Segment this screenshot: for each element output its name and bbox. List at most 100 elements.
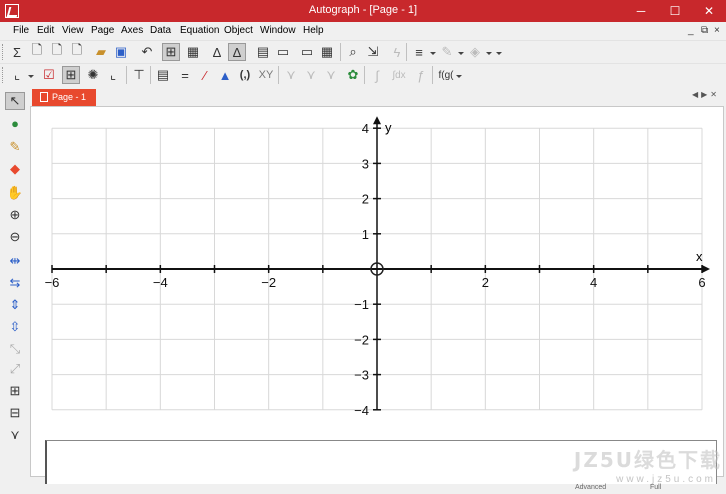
menu-window[interactable]: Window xyxy=(260,25,296,36)
fill-icon[interactable]: ◈ xyxy=(466,43,484,61)
lightning-icon[interactable]: ϟ xyxy=(388,43,406,61)
mdi-restore-button[interactable]: ⧉ xyxy=(701,25,708,36)
zoom-box-out-icon[interactable]: ⊟ xyxy=(5,404,25,422)
toolbar-grip[interactable] xyxy=(2,67,4,83)
maximize-button[interactable]: ☐ xyxy=(658,0,692,22)
y-axis-arrow xyxy=(373,116,381,125)
new-2d-page-icon[interactable]: 🗋 xyxy=(48,42,66,61)
line-style-dropdown[interactable] xyxy=(430,52,436,55)
y-squash-icon[interactable]: ⇳ xyxy=(5,318,25,336)
slow-plot-icon[interactable]: ∆ xyxy=(208,43,226,61)
polar-grid-icon[interactable]: ✺ xyxy=(84,66,102,84)
status-bar: Advanced Full xyxy=(0,484,726,494)
tab-strip: Page - 1 ◀▶✕ xyxy=(30,88,726,106)
reflect-icon[interactable]: ⋎ xyxy=(302,66,320,84)
minimize-button[interactable]: ─ xyxy=(624,0,658,22)
select-arrow-icon[interactable]: ↖ xyxy=(5,92,25,110)
diagonal-stretch-icon[interactable]: ⤡ xyxy=(5,340,25,358)
page-icon xyxy=(40,92,48,102)
graph-page[interactable]: −6 −4 −2 2 4 6 4 3 2 1 −1 −2 −3 −4 x y xyxy=(30,106,724,486)
menu-edit[interactable]: Edit xyxy=(37,25,54,36)
diagonal-squash-icon[interactable]: ⤢ xyxy=(5,360,25,378)
line-style-icon[interactable]: ≡ xyxy=(410,43,428,61)
slider-icon[interactable]: ⋎ xyxy=(5,426,25,444)
enlarge-icon[interactable]: ⋎ xyxy=(322,66,340,84)
undo-icon[interactable]: ↶ xyxy=(138,43,156,61)
zoom-fit-icon[interactable]: ⇲ xyxy=(364,43,382,61)
y-stretch-icon[interactable]: ⇕ xyxy=(5,296,25,314)
toolbar-separator xyxy=(150,66,151,84)
x-tick-label: 6 xyxy=(698,275,705,290)
coordinates-icon[interactable]: (,) xyxy=(236,66,254,84)
zoom-box-in-icon[interactable]: ⊞ xyxy=(5,382,25,400)
toolbar-grip[interactable] xyxy=(2,44,4,60)
add-equation-icon[interactable]: = xyxy=(176,66,194,84)
table-icon[interactable]: ▤ xyxy=(254,43,272,61)
mdi-close-button[interactable]: × xyxy=(714,25,720,36)
add-line-icon[interactable]: ∕ xyxy=(196,66,214,84)
add-point-tool-icon[interactable]: ● xyxy=(5,114,25,132)
calculator-icon[interactable]: ▦ xyxy=(318,43,336,61)
fill-dropdown[interactable] xyxy=(486,52,492,55)
table-of-values-icon[interactable]: ⌕ xyxy=(344,43,362,61)
main-toolbar: Σ 🗋 🗋 🗋 ▰ ▣ ↶ ⊞ ▦ ∆ ∆ ▤ ▭ ▭ ▦ ⌕ ⇲ ϟ ≡ ✎ … xyxy=(0,40,726,62)
x-squash-icon[interactable]: ⇆ xyxy=(5,274,25,292)
text-icon[interactable]: ⊤ xyxy=(130,66,148,84)
hand-tool-icon[interactable]: ✋ xyxy=(5,184,25,202)
menu-object[interactable]: Object xyxy=(224,25,253,36)
menu-help[interactable]: Help xyxy=(303,25,324,36)
fast-plot-icon[interactable]: ∆ xyxy=(228,43,246,61)
axes-icon[interactable]: ⌞ xyxy=(104,66,122,84)
point-select-icon[interactable]: ⌞ xyxy=(8,66,26,84)
function-icon[interactable]: f(g( xyxy=(436,66,456,84)
add-point-icon[interactable]: ▤ xyxy=(154,66,172,84)
transform-icon[interactable]: ⋎ xyxy=(282,66,300,84)
y-axis-label: y xyxy=(385,120,392,135)
x-tick-label: −4 xyxy=(153,275,168,290)
point-select-dropdown[interactable] xyxy=(28,75,34,78)
close-button[interactable]: ✕ xyxy=(692,0,726,22)
graph-canvas[interactable]: −6 −4 −2 2 4 6 4 3 2 1 −1 −2 −3 −4 x y xyxy=(31,107,723,437)
toolbar-overflow-dropdown[interactable] xyxy=(496,52,502,55)
xy-icon[interactable]: XY xyxy=(257,66,275,84)
y-tick-label: −1 xyxy=(354,297,369,312)
tab-page-1[interactable]: Page - 1 xyxy=(32,89,96,106)
tangent-icon[interactable]: ∫ xyxy=(368,66,386,84)
menu-view[interactable]: View xyxy=(62,25,84,36)
derivative-icon[interactable]: ƒ xyxy=(412,66,430,84)
checkbox-icon[interactable]: ☑ xyxy=(40,66,58,84)
app-window: Autograph - [Page - 1] ─ ☐ ✕ File Edit V… xyxy=(0,0,726,494)
x-axis-arrow xyxy=(702,265,710,273)
tab-navigation[interactable]: ◀▶✕ xyxy=(692,90,720,99)
statistics-page-icon[interactable]: ▦ xyxy=(184,43,202,61)
function-dropdown[interactable] xyxy=(456,75,462,78)
zoom-out-icon[interactable]: ⊖ xyxy=(5,228,25,246)
pen-dropdown[interactable] xyxy=(458,52,464,55)
integral-icon[interactable]: ∫dx xyxy=(388,66,410,84)
mdi-minimize-button[interactable]: _ xyxy=(688,25,694,36)
add-vector-icon[interactable]: ▲ xyxy=(216,66,234,84)
new-3d-page-icon[interactable]: 🗋 xyxy=(68,42,86,61)
watermark-url: www.jz5u.com xyxy=(616,474,716,485)
zoom-in-icon[interactable]: ⊕ xyxy=(5,206,25,224)
menu-file[interactable]: File xyxy=(13,25,29,36)
save-icon[interactable]: ▣ xyxy=(112,43,130,61)
pen-tool-icon[interactable]: ✎ xyxy=(5,138,25,156)
sigma-icon[interactable]: Σ xyxy=(8,43,26,61)
menu-page[interactable]: Page xyxy=(91,25,114,36)
open-folder-icon[interactable]: ▰ xyxy=(92,43,110,61)
title-bar: Autograph - [Page - 1] ─ ☐ ✕ xyxy=(0,0,726,22)
new-page-icon[interactable]: 🗋 xyxy=(28,42,46,61)
eraser-tool-icon[interactable]: ◆ xyxy=(5,160,25,178)
pen-icon[interactable]: ✎ xyxy=(438,43,456,61)
text-box-icon[interactable]: ▭ xyxy=(274,43,292,61)
text-editor-icon[interactable]: ▭ xyxy=(298,43,316,61)
grid-icon[interactable]: ⊞ xyxy=(62,66,80,84)
menu-axes[interactable]: Axes xyxy=(121,25,143,36)
y-tick-label: 2 xyxy=(362,192,369,207)
graph-page-icon[interactable]: ⊞ xyxy=(162,43,180,61)
menu-data[interactable]: Data xyxy=(150,25,171,36)
turtle-icon[interactable]: ✿ xyxy=(344,66,362,84)
x-stretch-icon[interactable]: ⇹ xyxy=(5,252,25,270)
menu-equation[interactable]: Equation xyxy=(180,25,219,36)
